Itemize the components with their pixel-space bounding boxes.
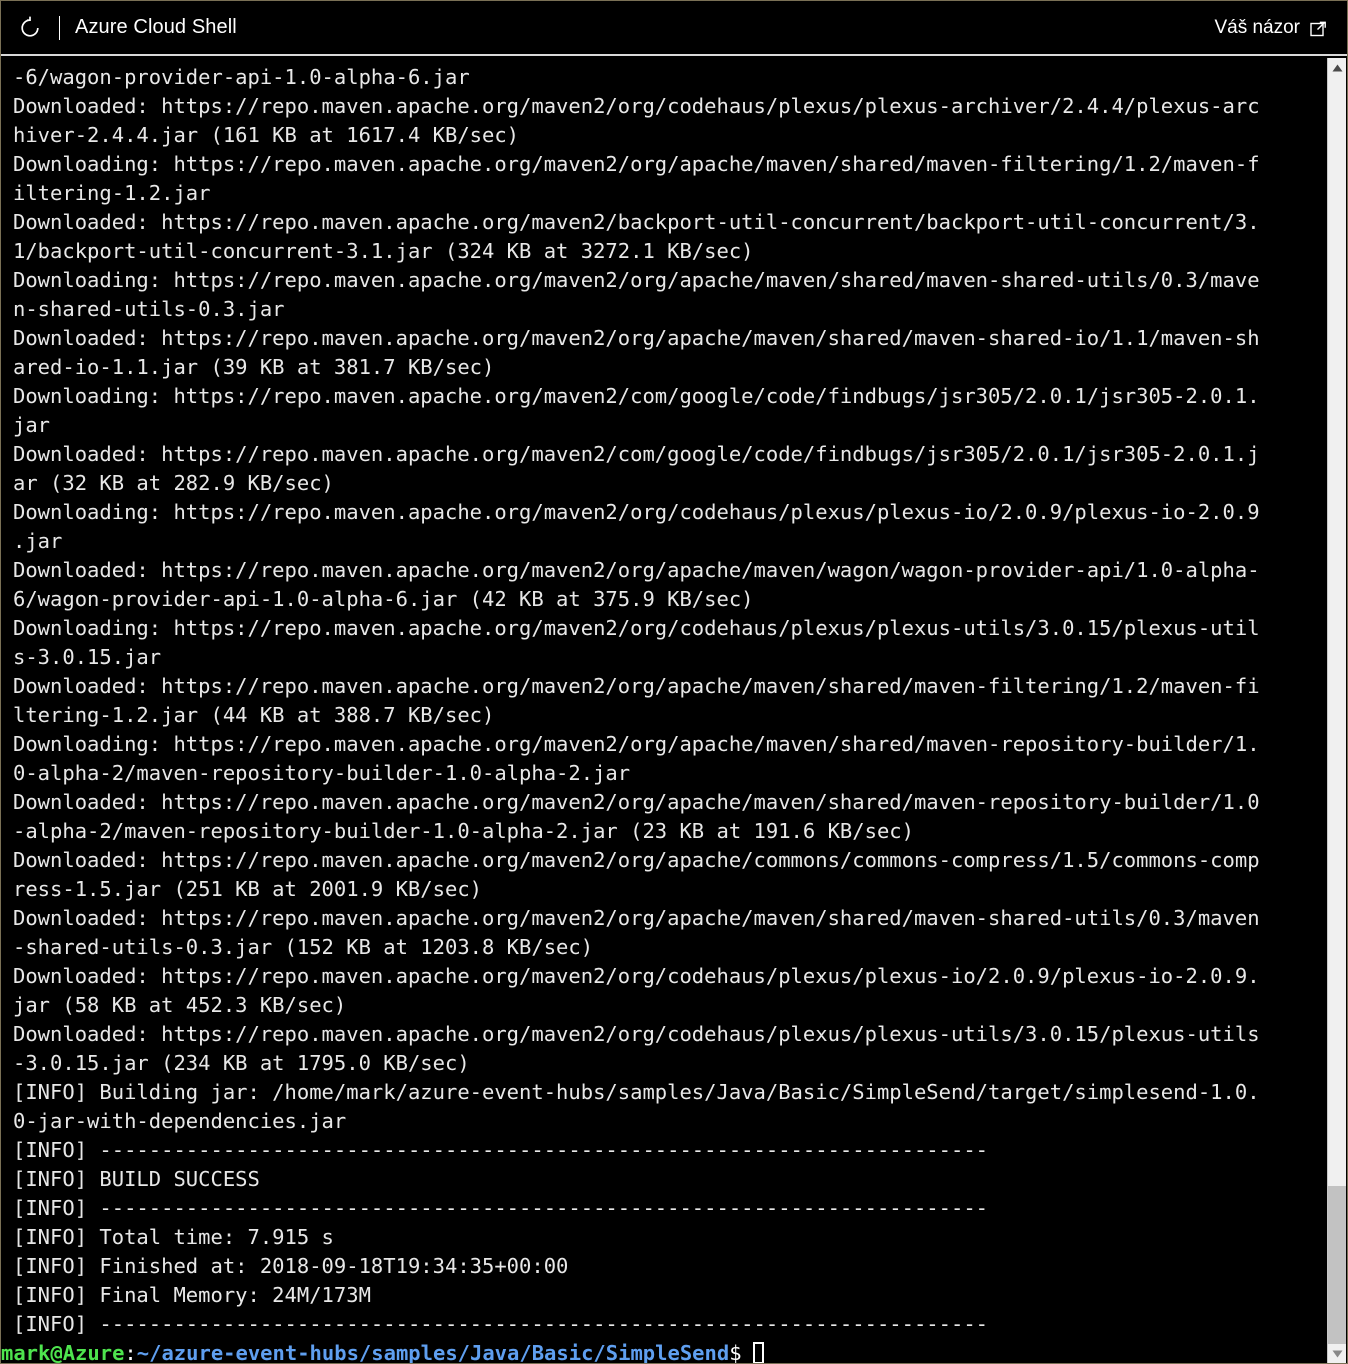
terminal-line: .jar (13, 529, 63, 553)
terminal-line: Downloaded: https://repo.maven.apache.or… (13, 210, 1260, 234)
terminal-line: Downloaded: https://repo.maven.apache.or… (13, 326, 1260, 350)
terminal-line: hiver-2.4.4.jar (161 KB at 1617.4 KB/sec… (13, 123, 520, 147)
terminal-line: Downloading: https://repo.maven.apache.o… (13, 384, 1260, 408)
terminal-line: s-3.0.15.jar (13, 645, 162, 669)
terminal-line: 0-jar-with-dependencies.jar (13, 1109, 347, 1133)
terminal-line: [INFO] BUILD SUCCESS (13, 1167, 260, 1191)
terminal-line: Downloading: https://repo.maven.apache.o… (13, 152, 1260, 176)
terminal-line: [INFO] Final Memory: 24M/173M (13, 1283, 371, 1307)
scrollbar-track[interactable] (1328, 77, 1346, 1344)
scrollbar-thumb[interactable] (1328, 1186, 1346, 1344)
terminal-line: Downloading: https://repo.maven.apache.o… (13, 268, 1260, 292)
terminal-line: Downloaded: https://repo.maven.apache.or… (13, 848, 1260, 872)
feedback-label: Váš názor (1214, 16, 1300, 38)
terminal-line: jar (13, 413, 51, 437)
terminal-line: ar (32 KB at 282.9 KB/sec) (13, 471, 334, 495)
prompt-path: ~/azure-event-hubs/samples/Java/Basic/Si… (136, 1341, 730, 1363)
terminal-output[interactable]: -6/wagon-provider-api-1.0-alpha-6.jar Dow… (1, 58, 1326, 1363)
terminal-scrollbar[interactable] (1327, 58, 1346, 1363)
terminal-line: Downloading: https://repo.maven.apache.o… (13, 616, 1260, 640)
terminal-prompt-line: mark@Azure:~/azure-event-hubs/samples/Ja… (1, 1339, 1326, 1363)
terminal-line: [INFO] Total time: 7.915 s (13, 1225, 334, 1249)
terminal-line: 6/wagon-provider-api-1.0-alpha-6.jar (42… (13, 587, 754, 611)
external-link-icon (1310, 20, 1327, 37)
terminal-line: [INFO] Finished at: 2018-09-18T19:34:35+… (13, 1254, 569, 1278)
terminal-line: -3.0.15.jar (234 KB at 1795.0 KB/sec) (13, 1051, 470, 1075)
terminal-line: Downloaded: https://repo.maven.apache.or… (13, 94, 1260, 118)
terminal-line: [INFO] Building jar: /home/mark/azure-ev… (13, 1080, 1260, 1104)
header-divider (59, 15, 60, 40)
terminal-line: [INFO] ---------------------------------… (13, 1196, 989, 1220)
terminal-line: Downloaded: https://repo.maven.apache.or… (13, 558, 1260, 582)
terminal-line: -alpha-2/maven-repository-builder-1.0-al… (13, 819, 914, 843)
terminal-line: -6/wagon-provider-api-1.0-alpha-6.jar (13, 65, 470, 89)
terminal-line: Downloaded: https://repo.maven.apache.or… (13, 790, 1260, 814)
prompt-symbol: $ (729, 1341, 742, 1363)
terminal-line: ltering-1.2.jar (44 KB at 388.7 KB/sec) (13, 703, 495, 727)
prompt-separator: : (124, 1341, 137, 1363)
terminal-line: ared-io-1.1.jar (39 KB at 381.7 KB/sec) (13, 355, 495, 379)
cloud-shell-window: Azure Cloud Shell Váš názor -6/wagon-pro… (0, 0, 1348, 1364)
terminal-line: jar (58 KB at 452.3 KB/sec) (13, 993, 347, 1017)
scrollbar-down-button[interactable] (1328, 1344, 1346, 1363)
header-left-group: Azure Cloud Shell (1, 15, 237, 41)
terminal-line: 1/backport-util-concurrent-3.1.jar (324 … (13, 239, 754, 263)
terminal-line: [INFO] ---------------------------------… (13, 1312, 989, 1336)
terminal-line: Downloading: https://repo.maven.apache.o… (13, 732, 1260, 756)
terminal-line: Downloaded: https://repo.maven.apache.or… (13, 674, 1260, 698)
terminal-line: iltering-1.2.jar (13, 181, 211, 205)
terminal-line: 0-alpha-2/maven-repository-builder-1.0-a… (13, 761, 631, 785)
terminal-cursor[interactable] (752, 1342, 764, 1363)
restart-icon[interactable] (17, 15, 43, 41)
terminal-line: -shared-utils-0.3.jar (152 KB at 1203.8 … (13, 935, 594, 959)
terminal-lines-container: -6/wagon-provider-api-1.0-alpha-6.jar Dow… (1, 58, 1326, 1339)
feedback-link[interactable]: Váš názor (1214, 17, 1347, 39)
terminal-line: Downloaded: https://repo.maven.apache.or… (13, 442, 1260, 466)
shell-header-bar: Azure Cloud Shell Váš názor (1, 1, 1347, 56)
page-title: Azure Cloud Shell (75, 16, 237, 38)
terminal-line: ress-1.5.jar (251 KB at 2001.9 KB/sec) (13, 877, 482, 901)
terminal-line: Downloading: https://repo.maven.apache.o… (13, 500, 1260, 524)
terminal-line: Downloaded: https://repo.maven.apache.or… (13, 1022, 1260, 1046)
terminal-line: [INFO] ---------------------------------… (13, 1138, 989, 1162)
scrollbar-up-button[interactable] (1328, 58, 1346, 77)
terminal-line: n-shared-utils-0.3.jar (13, 297, 285, 321)
terminal-line: Downloaded: https://repo.maven.apache.or… (13, 906, 1260, 930)
terminal-line: Downloaded: https://repo.maven.apache.or… (13, 964, 1260, 988)
prompt-user-host: mark@Azure (1, 1341, 125, 1363)
